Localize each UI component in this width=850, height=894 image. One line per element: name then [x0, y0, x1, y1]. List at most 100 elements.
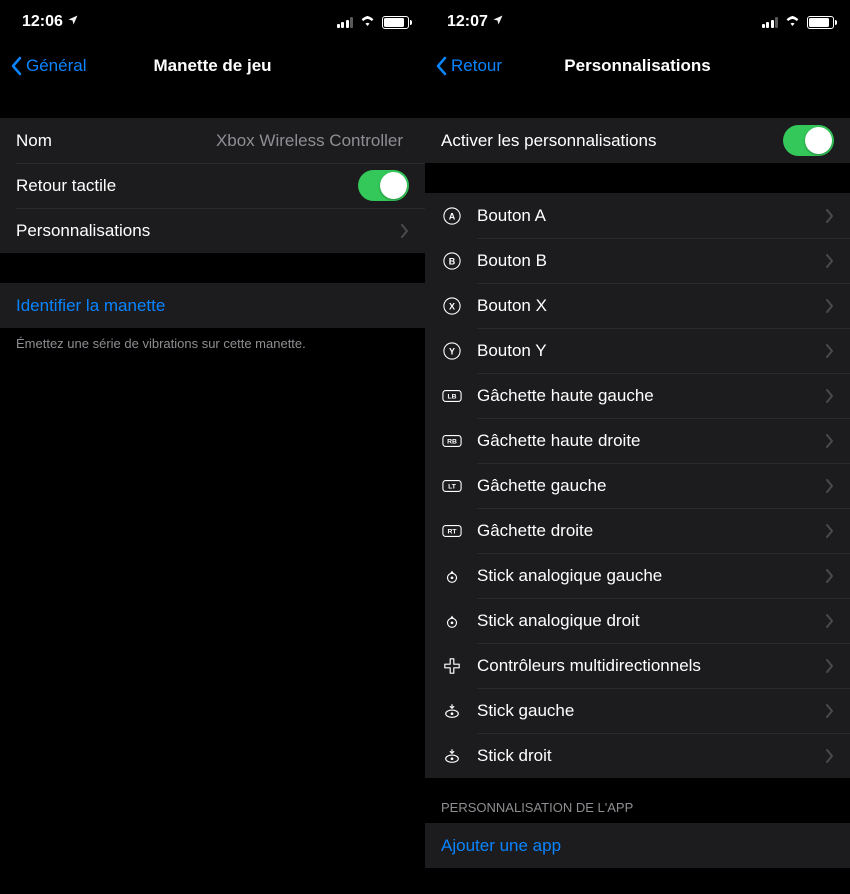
- screenshot-right: 12:07 Retour Personnalisations Activer l…: [425, 0, 850, 894]
- wifi-icon: [359, 13, 376, 31]
- controller-button-icon: [441, 747, 463, 765]
- chevron-right-icon: [826, 344, 834, 358]
- row-label: Stick analogique droit: [477, 611, 826, 631]
- svg-text:B: B: [449, 256, 456, 266]
- row-button-mapping[interactable]: LB Gâchette haute gauche: [425, 373, 850, 418]
- row-label: Bouton Y: [477, 341, 826, 361]
- location-icon: [492, 14, 504, 29]
- chevron-right-icon: [401, 224, 409, 238]
- controller-button-icon: [441, 612, 463, 630]
- wifi-icon: [784, 13, 801, 31]
- chevron-right-icon: [826, 524, 834, 538]
- row-button-mapping[interactable]: Y Bouton Y: [425, 328, 850, 373]
- battery-icon: [382, 16, 409, 29]
- controller-button-icon: LT: [441, 479, 463, 493]
- controller-button-icon: RT: [441, 524, 463, 538]
- back-label: Retour: [451, 56, 502, 76]
- controller-button-icon: LB: [441, 389, 463, 403]
- svg-text:A: A: [449, 211, 456, 221]
- row-label: Ajouter une app: [441, 836, 834, 856]
- chevron-right-icon: [826, 389, 834, 403]
- row-value: Xbox Wireless Controller: [216, 131, 403, 151]
- battery-icon: [807, 16, 834, 29]
- chevron-right-icon: [826, 704, 834, 718]
- svg-text:LT: LT: [448, 483, 457, 490]
- cellular-icon: [762, 17, 779, 28]
- row-add-app[interactable]: Ajouter une app: [425, 823, 850, 868]
- controller-button-icon: X: [441, 297, 463, 315]
- row-label: Gâchette haute droite: [477, 431, 826, 451]
- row-controller-name[interactable]: Nom Xbox Wireless Controller: [0, 118, 425, 163]
- row-label: Gâchette gauche: [477, 476, 826, 496]
- chevron-right-icon: [826, 749, 834, 763]
- chevron-right-icon: [826, 254, 834, 268]
- row-label: Contrôleurs multidirectionnels: [477, 656, 826, 676]
- svg-text:Y: Y: [449, 346, 455, 356]
- controller-button-icon: RB: [441, 434, 463, 448]
- controller-button-icon: [441, 657, 463, 675]
- status-bar: 12:06: [0, 0, 425, 44]
- back-button[interactable]: Retour: [435, 56, 502, 76]
- status-bar: 12:07: [425, 0, 850, 44]
- enable-toggle[interactable]: [783, 125, 834, 156]
- row-label: Bouton A: [477, 206, 826, 226]
- row-label: Nom: [16, 131, 216, 151]
- chevron-right-icon: [826, 614, 834, 628]
- chevron-right-icon: [826, 659, 834, 673]
- controller-button-icon: [441, 567, 463, 585]
- back-label: Général: [26, 56, 86, 76]
- row-button-mapping[interactable]: Contrôleurs multidirectionnels: [425, 643, 850, 688]
- row-button-mapping[interactable]: A Bouton A: [425, 193, 850, 238]
- row-customizations[interactable]: Personnalisations: [0, 208, 425, 253]
- cellular-icon: [337, 17, 354, 28]
- row-label: Identifier la manette: [16, 296, 409, 316]
- status-time: 12:06: [22, 13, 63, 31]
- svg-text:LB: LB: [447, 393, 456, 400]
- location-icon: [67, 14, 79, 29]
- row-button-mapping[interactable]: RB Gâchette haute droite: [425, 418, 850, 463]
- row-button-mapping[interactable]: Stick gauche: [425, 688, 850, 733]
- row-identify-controller[interactable]: Identifier la manette: [0, 283, 425, 328]
- row-button-mapping[interactable]: RT Gâchette droite: [425, 508, 850, 553]
- controller-button-icon: A: [441, 207, 463, 225]
- row-label: Personnalisations: [16, 221, 401, 241]
- svg-text:X: X: [449, 301, 455, 311]
- nav-bar: Retour Personnalisations: [425, 44, 850, 88]
- row-label: Stick gauche: [477, 701, 826, 721]
- status-time: 12:07: [447, 13, 488, 31]
- button-mapping-list: A Bouton A B Bouton B X Bouton X Y Bouton Y LB Gâ…: [425, 193, 850, 778]
- row-enable-customizations[interactable]: Activer les personnalisations: [425, 118, 850, 163]
- haptic-toggle[interactable]: [358, 170, 409, 201]
- row-button-mapping[interactable]: LT Gâchette gauche: [425, 463, 850, 508]
- chevron-right-icon: [826, 434, 834, 448]
- row-button-mapping[interactable]: Stick analogique droit: [425, 598, 850, 643]
- section-footer: Émettez une série de vibrations sur cett…: [0, 328, 425, 351]
- screenshot-left: 12:06 Général Manette de jeu Nom Xbox Wi…: [0, 0, 425, 894]
- controller-button-icon: [441, 702, 463, 720]
- row-label: Stick analogique gauche: [477, 566, 826, 586]
- row-button-mapping[interactable]: X Bouton X: [425, 283, 850, 328]
- row-button-mapping[interactable]: B Bouton B: [425, 238, 850, 283]
- controller-button-icon: B: [441, 252, 463, 270]
- chevron-right-icon: [826, 479, 834, 493]
- svg-text:RB: RB: [447, 438, 457, 445]
- row-label: Gâchette droite: [477, 521, 826, 541]
- chevron-left-icon: [10, 56, 22, 76]
- nav-bar: Général Manette de jeu: [0, 44, 425, 88]
- chevron-right-icon: [826, 569, 834, 583]
- row-button-mapping[interactable]: Stick analogique gauche: [425, 553, 850, 598]
- row-label: Activer les personnalisations: [441, 131, 783, 151]
- svg-text:RT: RT: [447, 528, 457, 535]
- row-haptic-feedback[interactable]: Retour tactile: [0, 163, 425, 208]
- row-button-mapping[interactable]: Stick droit: [425, 733, 850, 778]
- chevron-left-icon: [435, 56, 447, 76]
- back-button[interactable]: Général: [10, 56, 86, 76]
- section-header-app-customization: PERSONNALISATION DE L'APP: [425, 778, 850, 823]
- chevron-right-icon: [826, 299, 834, 313]
- chevron-right-icon: [826, 209, 834, 223]
- row-label: Bouton X: [477, 296, 826, 316]
- row-label: Gâchette haute gauche: [477, 386, 826, 406]
- row-label: Retour tactile: [16, 176, 358, 196]
- row-label: Stick droit: [477, 746, 826, 766]
- row-label: Bouton B: [477, 251, 826, 271]
